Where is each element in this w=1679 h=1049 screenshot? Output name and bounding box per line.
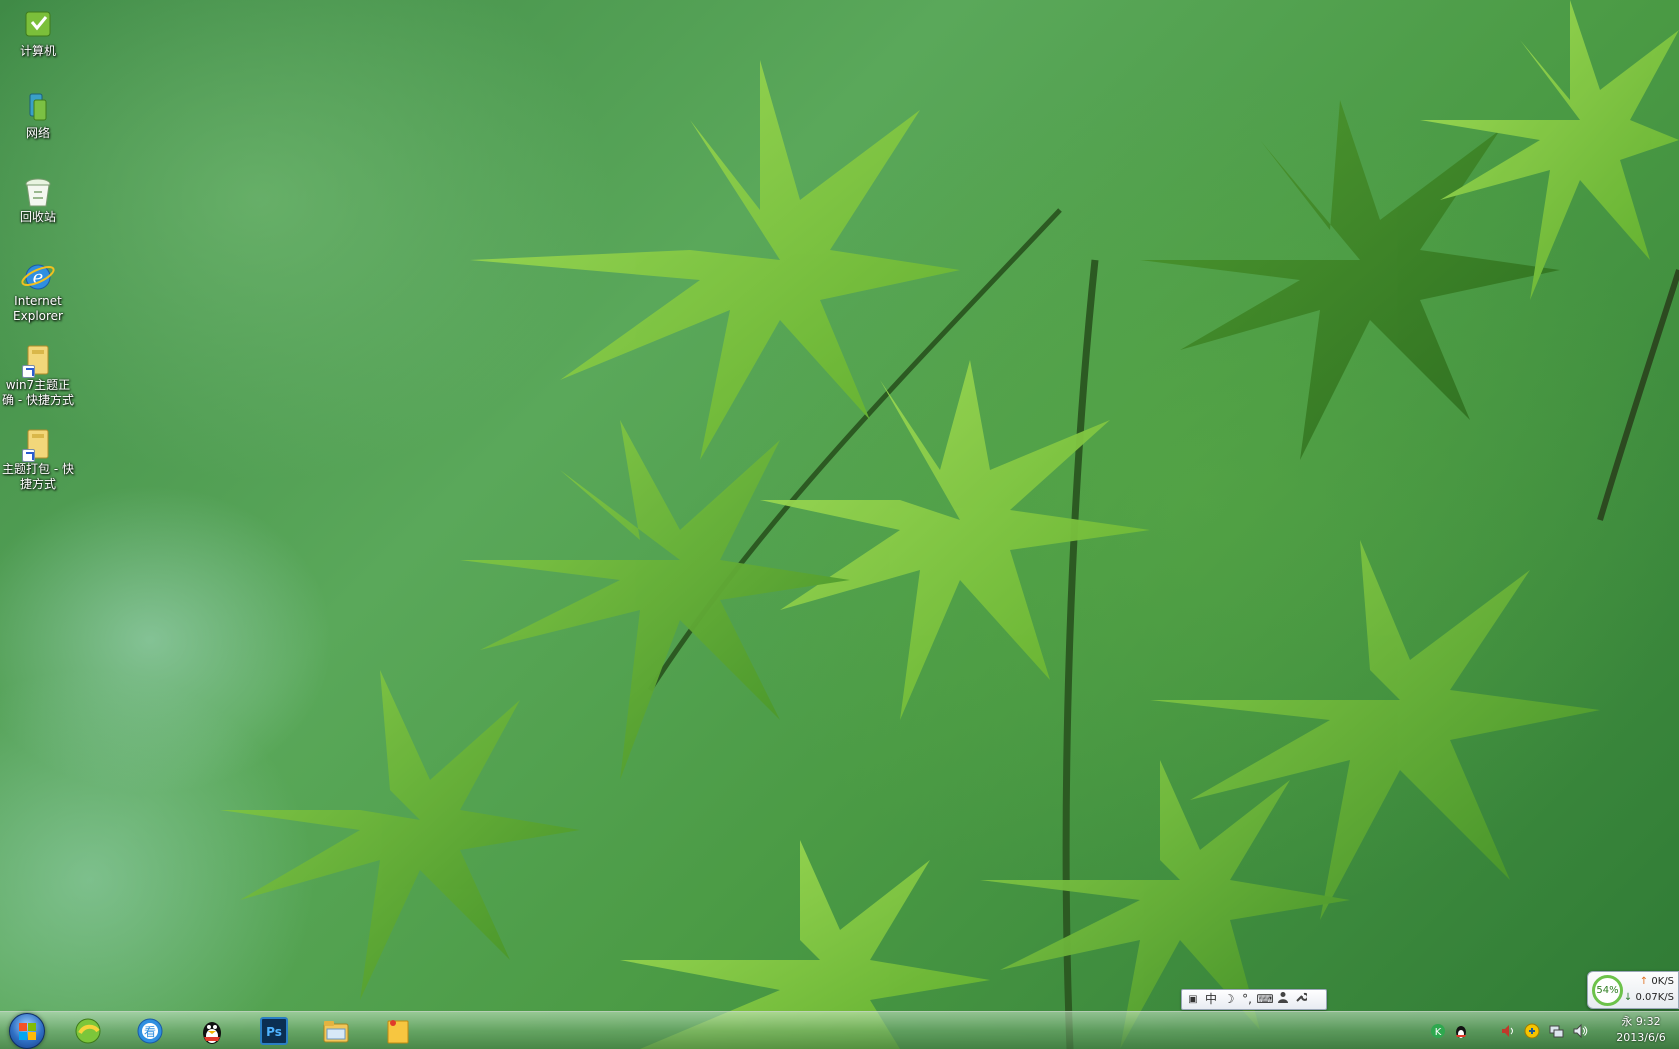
clock-time: 永 9:32 (1621, 1015, 1661, 1028)
download-arrow-icon: ↓ (1623, 992, 1633, 1003)
desktop-icon-theme-pack-shortcut[interactable]: 主题打包 - 快捷方式 (0, 424, 76, 492)
desktop-icon-label: 回收站 (19, 210, 56, 224)
ime-punctuation-button[interactable]: °, (1238, 991, 1256, 1008)
shortcut-arrow-icon (22, 449, 35, 462)
taskbar-photoshop[interactable]: Ps (248, 1014, 300, 1048)
desktop-icon-label: 计算机 (19, 44, 56, 58)
taskbar-file-explorer[interactable] (310, 1014, 362, 1048)
desktop-icon-computer[interactable]: 计算机 (0, 6, 76, 59)
network-tray-icon[interactable] (1548, 1023, 1564, 1039)
taskbar-qq[interactable] (186, 1014, 238, 1048)
upload-arrow-icon: ↑ (1639, 976, 1649, 987)
wrench-icon (1296, 992, 1309, 1002)
ime-language-bar[interactable]: ▣ 中 ☽ °, ⌨ (1181, 989, 1327, 1010)
network-speed-widget[interactable]: 54% ↑ 0K/S ↓ 0.07K/S (1587, 971, 1679, 1009)
kaspersky-icon[interactable]: K (1430, 1023, 1446, 1039)
shortcut-arrow-icon (22, 365, 35, 378)
ime-settings-button[interactable] (1292, 991, 1310, 1008)
desktop-icon-recycle-bin[interactable]: 回收站 (0, 172, 76, 225)
ime-user-button[interactable] (1274, 991, 1292, 1008)
desktop-icon-label: 主题打包 - 快捷方式 (2, 462, 74, 491)
taskbar-360-browser[interactable] (62, 1014, 114, 1048)
user-icon (1278, 992, 1288, 1003)
taskbar-kankan[interactable]: 看 (124, 1014, 176, 1048)
ime-soft-keyboard-button[interactable]: ⌨ (1256, 991, 1274, 1008)
folder-shortcut-icon (20, 426, 56, 462)
desktop-icon-label: 网络 (25, 126, 50, 140)
photoshop-icon: Ps (260, 1017, 288, 1045)
volume-icon[interactable] (1500, 1023, 1516, 1039)
folder-shortcut-icon (20, 342, 56, 378)
system-clock[interactable]: 永 9:32 2013/6/6 (1605, 1014, 1677, 1046)
start-button[interactable] (6, 1013, 48, 1049)
ime-halfwidth-button[interactable]: ☽ (1220, 991, 1238, 1008)
taskbar: 看 Ps K 永 9:32 2013/6/6 (0, 1011, 1679, 1049)
desktop-icon-network[interactable]: 网络 (0, 88, 76, 141)
windows-logo-icon (9, 1013, 45, 1049)
photoshop-icon-label: Ps (266, 1025, 282, 1039)
desktop-icon-label: Internet Explorer (13, 294, 63, 323)
security-icon[interactable] (1524, 1023, 1540, 1039)
desktop-wallpaper (0, 0, 1679, 1049)
speaker-icon[interactable] (1572, 1023, 1588, 1039)
computer-icon (20, 8, 56, 44)
ime-mode-button[interactable]: 中 (1202, 991, 1220, 1008)
qq-penguin-icon (203, 1022, 221, 1044)
recycle-bin-icon (20, 174, 56, 210)
upload-speed: ↑ 0K/S (1640, 976, 1674, 987)
desktop-icon-win7-theme-shortcut[interactable]: win7主题正确 - 快捷方式 (0, 340, 76, 408)
desktop-icon-internet-explorer[interactable]: e Internet Explorer (0, 256, 76, 324)
upload-speed-value: 0K/S (1651, 976, 1674, 987)
svg-text:看: 看 (144, 1025, 156, 1039)
ie-icon: e (20, 258, 56, 294)
ime-menu-icon[interactable]: ▣ (1184, 991, 1202, 1008)
download-speed: ↓ 0.07K/S (1624, 992, 1674, 1003)
kankan-player-icon: 看 (137, 1018, 163, 1044)
memory-usage-ring: 54% (1592, 975, 1623, 1006)
network-icon (20, 90, 56, 126)
file-explorer-icon (323, 1021, 349, 1043)
taskbar-sticky-notes[interactable] (372, 1014, 424, 1048)
svg-text:K: K (1435, 1027, 1442, 1038)
qq-tray-icon[interactable] (1453, 1023, 1469, 1039)
desktop-icon-label: win7主题正确 - 快捷方式 (2, 378, 74, 407)
360-browser-icon (75, 1018, 101, 1044)
download-speed-value: 0.07K/S (1635, 992, 1674, 1003)
sticky-notes-icon (387, 1020, 409, 1044)
clock-date: 2013/6/6 (1616, 1031, 1666, 1044)
